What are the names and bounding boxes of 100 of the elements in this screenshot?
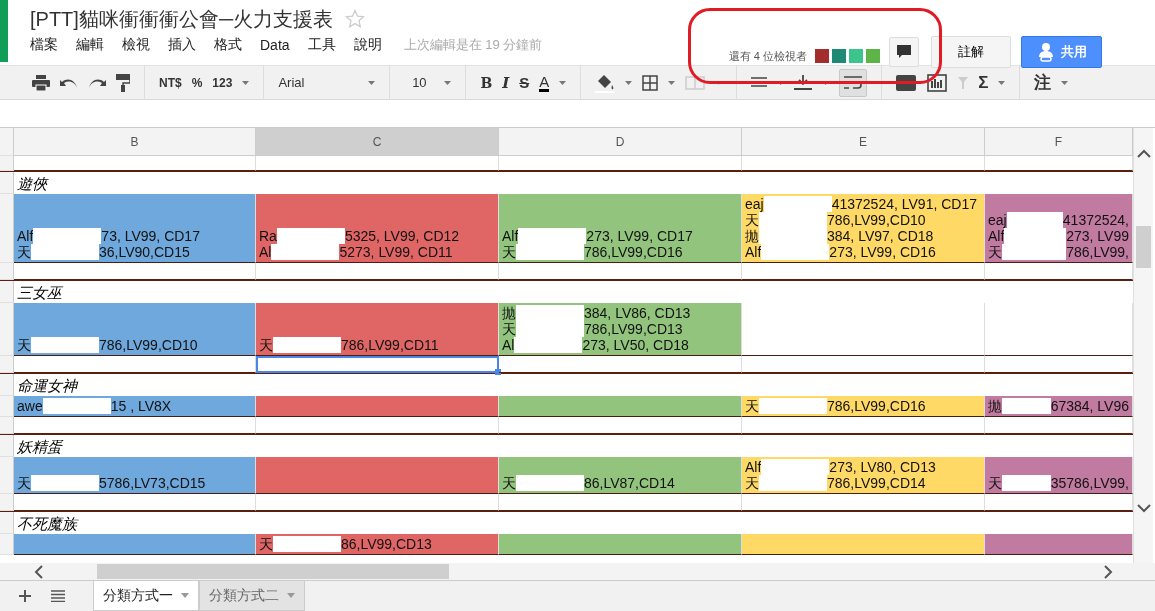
functions-button[interactable]: Σ xyxy=(978,72,989,93)
menu-item[interactable]: 檔案 xyxy=(30,36,58,54)
table-cell[interactable] xyxy=(14,534,256,555)
table-cell[interactable]: Alf 73, LV99, CD17 天 36,LV90,CD15 xyxy=(14,194,256,263)
table-cell[interactable]: Ra 5325, LV99, CD12 Al 5273, LV99, CD11 xyxy=(256,194,499,263)
table-cell[interactable] xyxy=(499,396,742,417)
font-size-dropdown[interactable]: 10 xyxy=(404,75,435,90)
paint-format-icon[interactable] xyxy=(116,73,130,92)
table-cell[interactable] xyxy=(742,417,985,434)
sheet-tab[interactable]: 分類方式一 xyxy=(93,581,199,611)
column-header[interactable]: C xyxy=(256,128,499,156)
column-header[interactable]: D xyxy=(499,128,742,156)
menu-item[interactable]: Data xyxy=(260,37,290,53)
corner-cell[interactable] xyxy=(0,128,14,156)
strikethrough-button[interactable]: S xyxy=(519,74,530,91)
scrollbar-thumb[interactable] xyxy=(97,564,449,579)
table-cell[interactable] xyxy=(14,417,256,434)
table-cell[interactable]: 天 86,LV87,CD14 xyxy=(499,457,742,494)
vertical-scrollbar[interactable] xyxy=(1133,128,1153,563)
star-icon[interactable] xyxy=(345,9,366,29)
chevron-down-icon[interactable] xyxy=(1137,504,1151,513)
table-cell[interactable] xyxy=(14,263,256,280)
menu-item[interactable]: 插入 xyxy=(168,36,196,54)
table-cell[interactable] xyxy=(985,534,1133,555)
table-cell[interactable] xyxy=(742,356,985,373)
table-cell[interactable] xyxy=(499,156,742,171)
table-cell[interactable] xyxy=(985,303,1133,356)
table-cell[interactable] xyxy=(742,263,985,280)
table-cell[interactable] xyxy=(985,417,1133,434)
selection-handle[interactable] xyxy=(495,369,501,375)
menu-item[interactable]: 檢視 xyxy=(122,36,150,54)
merge-cells-icon[interactable] xyxy=(685,75,706,90)
chat-button[interactable] xyxy=(889,37,919,67)
table-cell[interactable] xyxy=(14,356,256,373)
menu-item[interactable]: 格式 xyxy=(214,36,242,54)
table-cell[interactable] xyxy=(985,263,1133,280)
table-cell[interactable]: 天 786,LV99,CD11 xyxy=(256,303,499,356)
table-cell[interactable] xyxy=(14,494,256,511)
table-cell[interactable]: 天 35786,LV99, xyxy=(985,457,1133,494)
table-cell[interactable] xyxy=(499,417,742,434)
bold-button[interactable]: B xyxy=(480,74,493,91)
sheet-tab[interactable]: 分類方式二 xyxy=(199,581,305,611)
percent-button[interactable]: % xyxy=(191,75,203,90)
font-dropdown[interactable]: Arial xyxy=(278,75,359,90)
table-cell[interactable] xyxy=(256,263,499,280)
menu-item[interactable]: 說明 xyxy=(353,36,382,54)
table-cell[interactable] xyxy=(499,356,742,373)
table-cell[interactable] xyxy=(985,494,1133,511)
menu-icon[interactable] xyxy=(51,590,65,602)
table-cell[interactable]: awe 15 , LV8X xyxy=(14,396,256,417)
currency-button[interactable]: NT$ xyxy=(159,75,182,90)
table-cell[interactable] xyxy=(256,417,499,434)
viewer-square[interactable] xyxy=(832,48,846,63)
vertical-align-icon[interactable] xyxy=(794,74,813,91)
table-cell[interactable] xyxy=(256,494,499,511)
fill-bucket-icon[interactable] xyxy=(595,72,616,93)
column-header[interactable]: E xyxy=(742,128,985,156)
chevron-right-icon[interactable] xyxy=(1104,565,1113,579)
menu-item[interactable]: 工具 xyxy=(307,36,336,54)
scrollbar-thumb[interactable] xyxy=(1136,226,1151,268)
table-cell[interactable] xyxy=(742,156,985,171)
comments-button[interactable]: 註解 xyxy=(931,36,1011,68)
table-cell[interactable]: Alf 273, LV80, CD13 天 786,LV99,CD14 xyxy=(742,457,985,494)
print-icon[interactable] xyxy=(32,74,50,91)
table-cell[interactable]: 天 786,LV99,CD16 xyxy=(742,396,985,417)
number-format-button[interactable]: 123 xyxy=(212,75,233,90)
table-cell[interactable] xyxy=(499,263,742,280)
table-cell[interactable] xyxy=(985,356,1133,373)
table-cell[interactable]: 天 786,LV99,CD10 xyxy=(14,303,256,356)
table-cell[interactable] xyxy=(742,534,985,555)
italic-button[interactable]: I xyxy=(502,73,510,92)
add-sheet-icon[interactable] xyxy=(19,590,31,602)
table-cell[interactable]: eaj 41372524, LV91, CD17 天 786,LV99,CD10 拋 384, LV97, CD18 Alf 273, LV99, CD16 xyxy=(742,194,985,263)
text-color-button[interactable]: A xyxy=(539,73,550,92)
chevron-left-icon[interactable] xyxy=(34,565,43,579)
table-cell[interactable]: Alf 273, LV99, CD17 天 786,LV99,CD16 xyxy=(499,194,742,263)
column-header[interactable]: F xyxy=(985,128,1133,156)
table-cell[interactable]: 拋 67384, LV96 xyxy=(985,396,1133,417)
horizontal-scrollbar[interactable] xyxy=(0,563,1155,580)
table-cell[interactable] xyxy=(14,156,256,171)
borders-icon[interactable] xyxy=(642,74,659,91)
chevron-up-icon[interactable] xyxy=(1137,149,1151,158)
table-cell[interactable] xyxy=(499,494,742,511)
table-cell[interactable] xyxy=(985,156,1133,171)
table-cell[interactable] xyxy=(742,303,985,356)
column-header[interactable]: B xyxy=(14,128,256,156)
table-cell[interactable] xyxy=(256,156,499,171)
viewer-square[interactable] xyxy=(815,48,829,63)
table-cell[interactable]: eaj 41372524, Alf 273, LV99 天 786,LV99, xyxy=(985,194,1133,263)
menu-item[interactable]: 編輯 xyxy=(76,36,104,54)
table-cell[interactable] xyxy=(742,494,985,511)
chart-icon[interactable] xyxy=(926,72,949,93)
table-cell[interactable]: 拋 384, LV86, CD13 天 786,LV99,CD13 Al 273, LV50, CD18 xyxy=(499,303,742,356)
input-tools-button[interactable]: 注 xyxy=(1034,71,1052,94)
table-cell[interactable] xyxy=(256,396,499,417)
text-wrap-button[interactable] xyxy=(839,68,868,97)
table-cell[interactable]: 天 86,LV99,CD13 xyxy=(256,534,499,555)
table-cell[interactable] xyxy=(499,534,742,555)
table-cell[interactable] xyxy=(256,457,499,494)
align-left-icon[interactable] xyxy=(751,76,768,89)
